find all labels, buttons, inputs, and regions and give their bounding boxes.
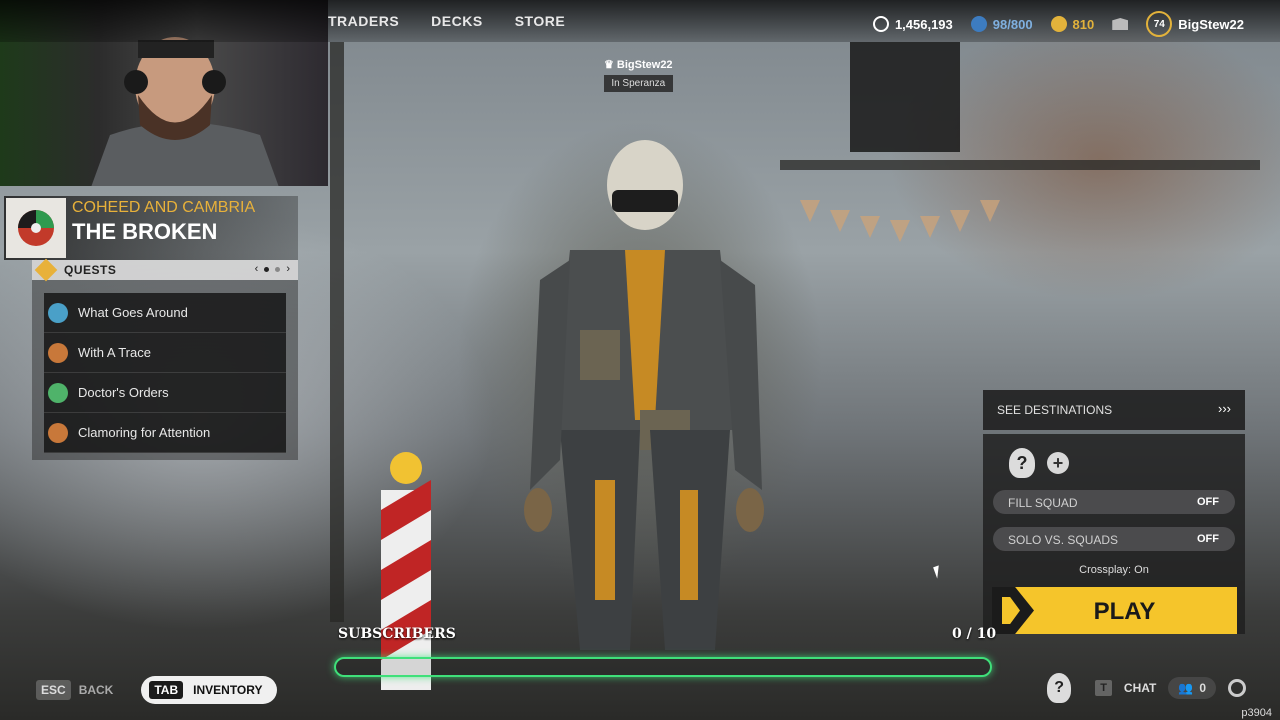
bunting-flag	[830, 210, 850, 232]
back-button[interactable]: BACK	[79, 683, 114, 697]
bunting-flag	[980, 200, 1000, 222]
overhead-player-name: BigStew22	[616, 59, 673, 71]
fill-squad-value: OFF	[1197, 496, 1219, 508]
stash-capacity: 98/800	[970, 16, 1033, 32]
quests-title: QUESTS	[64, 263, 117, 277]
triple-chevron-icon: ›››	[1218, 401, 1231, 416]
esc-key: ESC	[36, 680, 71, 700]
pager-dot	[275, 266, 281, 272]
overhead-nametag: ♛ BigStew22 In Speranza	[604, 58, 673, 92]
chat-button[interactable]: CHAT	[1124, 681, 1156, 695]
quests-pager: ‹ ›	[255, 263, 290, 275]
gear-icon[interactable]	[1228, 679, 1246, 697]
stash-value: 98/800	[992, 16, 1033, 32]
player-card-icon[interactable]: ?	[1047, 673, 1072, 703]
player-character	[524, 140, 764, 650]
quest-giver-icon	[48, 302, 68, 323]
bunting-flag	[920, 216, 940, 238]
fill-squad-label: FILL SQUAD	[1008, 496, 1078, 510]
friends-button[interactable]: 👥 0	[1168, 677, 1216, 699]
subscribers-label: SUBSCRIBERS	[338, 626, 456, 642]
pager-dot-active	[264, 266, 270, 272]
nav-store[interactable]: STORE	[515, 13, 565, 29]
chat-key: T	[1095, 680, 1112, 696]
gold-value: 810	[1072, 16, 1095, 32]
fill-squad-toggle[interactable]: FILL SQUAD OFF	[993, 490, 1235, 514]
quest-label: Clamoring for Attention	[78, 425, 211, 440]
now-playing-card: COHEED AND CAMBRIA THE BROKEN	[4, 196, 298, 260]
main-nav: TRADERS DECKS STORE	[328, 13, 565, 29]
bunting-flag	[860, 216, 880, 238]
solo-vs-squads-value: OFF	[1197, 533, 1219, 545]
raider-coins: 1,456,193	[872, 16, 953, 32]
crown-icon: ♛	[604, 59, 617, 71]
build-version: p3904	[1241, 707, 1272, 719]
overhead-location: In Speranza	[604, 75, 673, 92]
quest-item[interactable]: What Goes Around	[44, 293, 286, 333]
gold-coin-icon	[1050, 16, 1067, 32]
currency-bar: 1,456,193 98/800 810 74 BigStew22	[872, 11, 1244, 37]
friends-icon: 👥	[1178, 681, 1194, 695]
scene-pillar	[330, 42, 344, 622]
tab-key: TAB	[149, 681, 184, 699]
quest-label: Doctor's Orders	[78, 385, 169, 400]
quest-list: What Goes Around With A Trace Doctor's O…	[44, 293, 286, 453]
bunting-flag	[800, 200, 820, 222]
quest-item[interactable]: Clamoring for Attention	[44, 413, 286, 453]
album-art	[6, 198, 66, 258]
pager-prev-icon[interactable]: ‹	[255, 263, 259, 275]
scene-screen	[850, 42, 960, 152]
striped-barrier	[381, 452, 431, 690]
play-button[interactable]: PLAY	[992, 587, 1237, 634]
top-bar: TRADERS DECKS STORE 1,456,193 98/800 810…	[0, 0, 1280, 42]
quest-diamond-icon	[34, 258, 58, 282]
player-profile[interactable]: 74 BigStew22	[1146, 11, 1244, 37]
song-artist: COHEED AND CAMBRIA	[72, 199, 256, 216]
inventory-label: INVENTORY	[193, 683, 263, 697]
friends-count: 0	[1199, 681, 1206, 695]
quest-item[interactable]: Doctor's Orders	[44, 373, 286, 413]
solo-vs-squads-toggle[interactable]: SOLO VS. SQUADS OFF	[993, 527, 1235, 551]
raider-coin-icon	[872, 16, 889, 32]
destinations-label: SEE DESTINATIONS	[997, 403, 1113, 417]
bunting-flag	[890, 220, 910, 242]
stash-icon	[970, 16, 987, 32]
solo-vs-squads-label: SOLO VS. SQUADS	[1008, 533, 1119, 547]
player-name: BigStew22	[1178, 16, 1244, 32]
gold-currency: 810	[1050, 16, 1095, 32]
see-destinations-button[interactable]: SEE DESTINATIONS ›››	[983, 390, 1245, 430]
scene-rail	[780, 160, 1260, 170]
play-label: PLAY	[1093, 598, 1156, 625]
quest-giver-icon	[48, 422, 68, 443]
quest-giver-icon	[48, 342, 68, 363]
album-art-icon	[18, 210, 54, 246]
inventory-button[interactable]: TAB INVENTORY	[141, 676, 277, 704]
quest-item[interactable]: With A Trace	[44, 333, 286, 373]
add-squadmate-button[interactable]: +	[1047, 452, 1069, 474]
quest-giver-icon	[48, 382, 68, 403]
quests-header: QUESTS ‹ ›	[32, 258, 298, 282]
nav-traders[interactable]: TRADERS	[328, 13, 399, 29]
crossplay-status: Crossplay: On	[1079, 564, 1149, 576]
song-title: THE BROKEN	[72, 219, 218, 244]
mail-icon[interactable]	[1112, 18, 1129, 30]
bottom-right-controls: ? T CHAT 👥 0	[1047, 673, 1246, 703]
quest-label: With A Trace	[78, 345, 151, 360]
quest-label: What Goes Around	[78, 305, 188, 320]
streamer-figure	[91, 37, 279, 186]
subscribers-count: 0 / 10	[952, 626, 997, 642]
subscriber-goal-bar	[334, 657, 992, 677]
nav-decks[interactable]: DECKS	[431, 13, 483, 29]
quests-panel: QUESTS ‹ › What Goes Around With A Trace…	[32, 258, 298, 460]
player-level-badge: 74	[1146, 11, 1173, 37]
overhead-name-row: ♛ BigStew22	[604, 58, 673, 71]
bunting-flag	[950, 210, 970, 232]
bottom-left-controls: ESC BACK TAB INVENTORY	[36, 676, 277, 704]
unknown-squad-slot-icon[interactable]: ?	[1009, 448, 1035, 478]
raider-coins-value: 1,456,193	[894, 16, 953, 32]
pager-next-icon[interactable]: ›	[286, 263, 290, 275]
